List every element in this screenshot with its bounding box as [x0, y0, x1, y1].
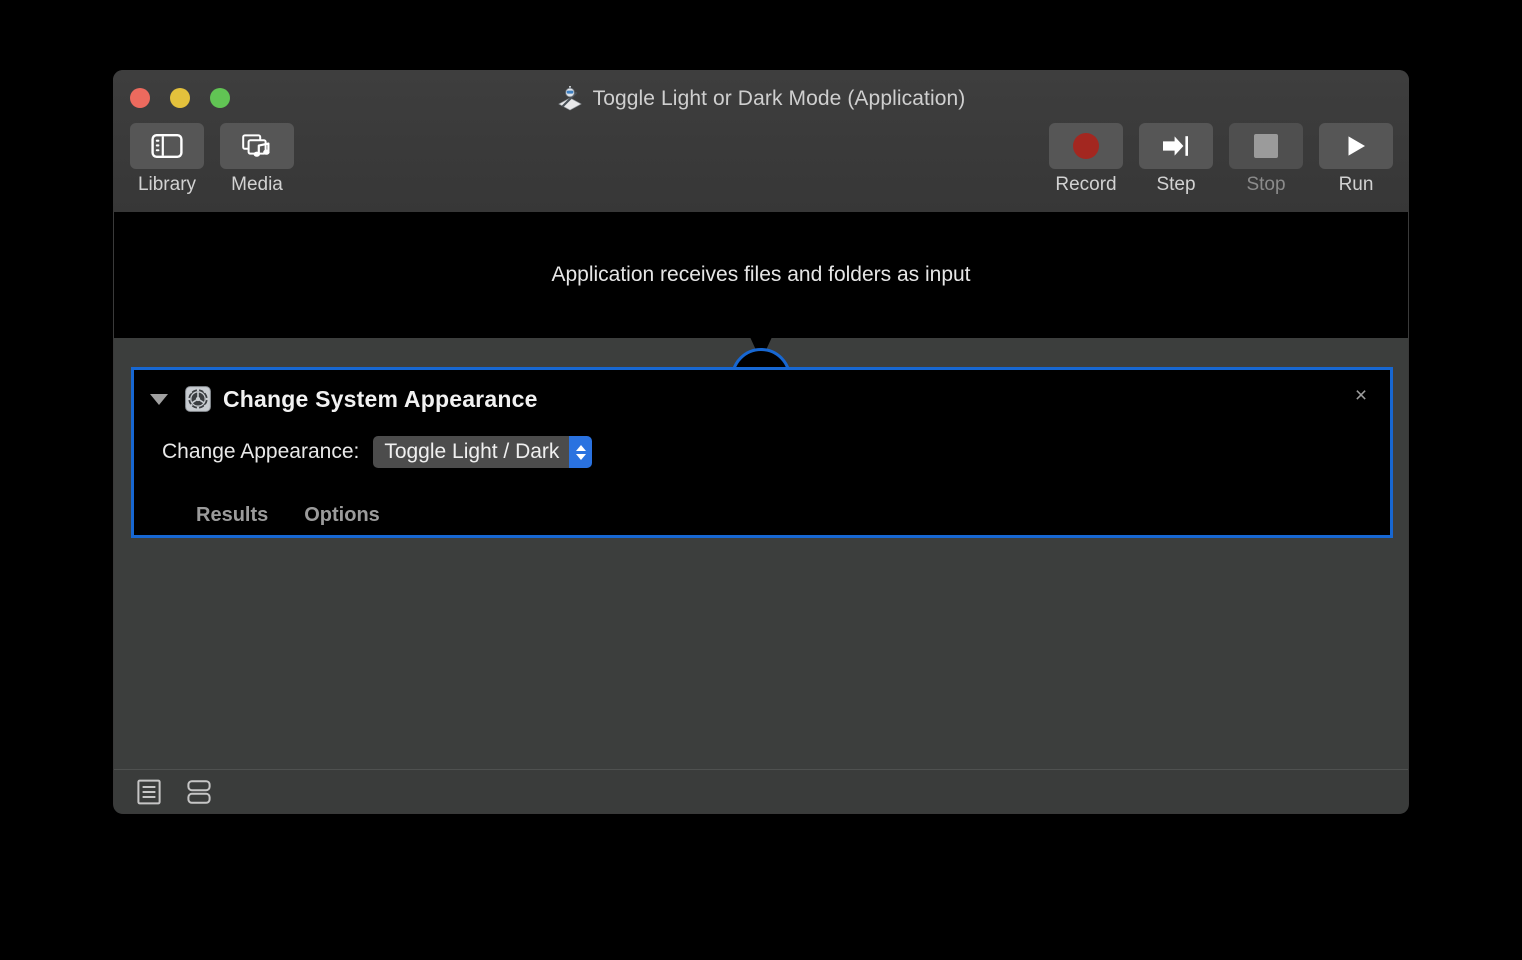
record-button-label: Record: [1055, 174, 1117, 195]
automator-window: Toggle Light or Dark Mode (Application): [113, 70, 1409, 814]
action-change-system-appearance[interactable]: Change System Appearance × Change Appear…: [131, 367, 1393, 538]
close-window-button[interactable]: [130, 88, 150, 108]
change-appearance-label: Change Appearance:: [162, 440, 360, 463]
window-titlebar: Toggle Light or Dark Mode (Application): [113, 70, 1409, 212]
toolbar-button-stop[interactable]: Stop: [1225, 123, 1307, 194]
workflow-input-text: Application receives files and folders a…: [551, 263, 971, 286]
record-circle-icon: [1073, 133, 1099, 159]
stop-square-icon: [1254, 134, 1278, 158]
workflow-canvas: Change System Appearance × Change Appear…: [114, 338, 1408, 769]
window-title: Toggle Light or Dark Mode (Application): [113, 86, 1409, 112]
tab-results[interactable]: Results: [196, 504, 268, 527]
toolbar-right-group: Record Step Stop Run: [1045, 123, 1397, 194]
minimize-window-button[interactable]: [170, 88, 190, 108]
media-photo-music-icon: [242, 133, 270, 157]
automator-robot-icon: [557, 86, 582, 111]
workflow-input-pane: Application receives files and folders a…: [114, 212, 1408, 338]
step-arrow-icon: [1163, 136, 1188, 156]
system-preferences-gear-icon: [185, 386, 211, 412]
list-view-icon[interactable]: [135, 778, 163, 806]
traffic-light-controls: [130, 88, 230, 108]
tab-options[interactable]: Options: [304, 504, 380, 527]
window-title-text: Toggle Light or Dark Mode (Application): [592, 87, 966, 110]
library-sidebar-icon: [151, 134, 183, 159]
change-appearance-value: Toggle Light / Dark: [373, 436, 570, 468]
stop-button-surface[interactable]: [1229, 123, 1303, 169]
media-button-surface[interactable]: [220, 123, 294, 169]
step-button-label: Step: [1156, 174, 1196, 195]
toolbar-button-media[interactable]: Media: [216, 123, 298, 194]
zoom-window-button[interactable]: [210, 88, 230, 108]
action-tab-bar: Results Options: [134, 504, 380, 527]
toolbar-left-group: Library Media: [126, 123, 298, 194]
screen: Toggle Light or Dark Mode (Application): [0, 0, 1522, 960]
window-status-bar: [114, 769, 1408, 813]
chevron-up-icon: [575, 444, 586, 451]
chevron-up-down-icon: [569, 436, 593, 468]
chevron-down-icon: [575, 453, 586, 460]
step-button-surface[interactable]: [1139, 123, 1213, 169]
library-button-label: Library: [137, 174, 197, 195]
disclosure-triangle-icon[interactable]: [150, 393, 168, 405]
run-button-surface[interactable]: [1319, 123, 1393, 169]
toolbar-button-library[interactable]: Library: [126, 123, 208, 194]
record-button-surface[interactable]: [1049, 123, 1123, 169]
toolbar-button-step[interactable]: Step: [1135, 123, 1217, 194]
close-icon[interactable]: ×: [1348, 383, 1374, 409]
action-connector-notch: [717, 338, 805, 370]
action-title: Change System Appearance: [223, 385, 538, 412]
run-play-icon: [1348, 136, 1365, 156]
toolbar-button-record[interactable]: Record: [1045, 123, 1127, 194]
stop-button-label: Stop: [1246, 174, 1286, 195]
library-button-surface[interactable]: [130, 123, 204, 169]
action-parameter-row: Change Appearance: Toggle Light / Dark: [134, 428, 593, 476]
action-header: Change System Appearance ×: [134, 370, 1390, 428]
toolbar-button-run[interactable]: Run: [1315, 123, 1397, 194]
change-appearance-popup-button[interactable]: Toggle Light / Dark: [373, 436, 593, 468]
grid-view-icon[interactable]: [185, 778, 213, 806]
run-button-label: Run: [1338, 174, 1374, 195]
media-button-label: Media: [231, 174, 283, 195]
